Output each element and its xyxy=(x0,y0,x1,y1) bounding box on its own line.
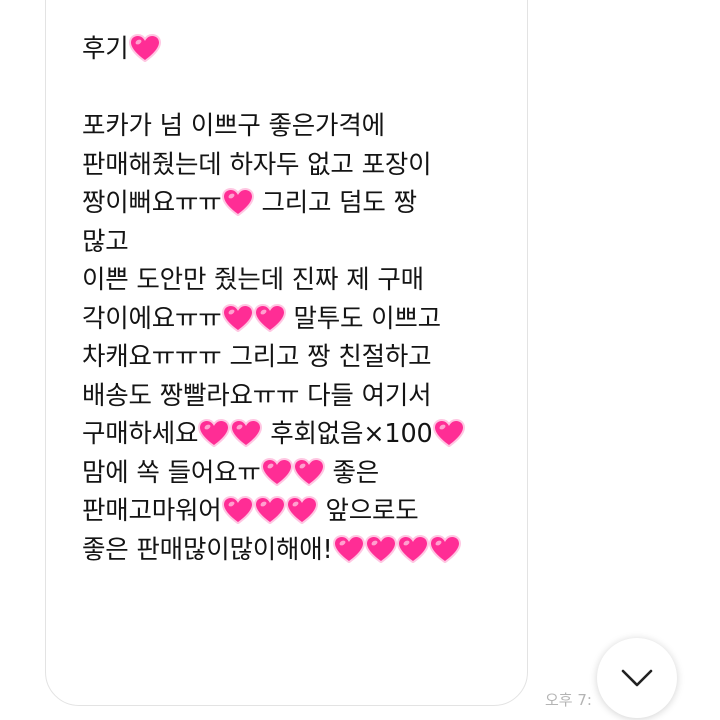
heart-icon xyxy=(128,34,161,62)
message-text-segment: 구매하세요 xyxy=(82,419,199,449)
message-line: 판매해줬는데 하자두 없고 포장이 xyxy=(82,146,512,185)
heart-icon xyxy=(260,457,293,486)
heart-icon xyxy=(221,188,254,216)
message-line: 후기 xyxy=(82,30,512,69)
heart-icon xyxy=(396,534,429,563)
heart-icon xyxy=(198,419,231,447)
message-text-segment: 배송도 짱빨라요ㅠㅠ 다들 여기서 xyxy=(82,380,432,411)
heart-icon xyxy=(292,457,325,486)
message-text-segment: 많고 xyxy=(82,226,129,257)
message-line: 좋은 판매많이많이해애! xyxy=(82,531,512,570)
heart-icon xyxy=(364,534,397,563)
message-line: 짱이뻐요ㅠㅠ 그리고 덤도 짱 xyxy=(82,184,512,223)
message-text: 후기포카가 넘 이쁘구 좋은가격에판매해줬는데 하자두 없고 포장이짱이뻐요ㅠㅠ… xyxy=(82,30,512,569)
heart-icon xyxy=(253,303,286,332)
message-text-segment: 이쁜 도안만 줬는데 진짜 제 구매 xyxy=(82,265,424,295)
message-line: 배송도 짱빨라요ㅠㅠ 다들 여기서 xyxy=(82,377,512,416)
heart-icon xyxy=(428,534,461,563)
message-text-segment: 각이에요ㅠㅠ xyxy=(82,303,222,334)
message-text-segment: 포카가 넘 이쁘구 좋은가격에 xyxy=(82,111,385,141)
message-text-segment: 짱이뻐요ㅠㅠ xyxy=(82,188,222,218)
message-text-segment: 좋은 xyxy=(324,457,380,488)
message-text-segment: 그리고 덤도 짱 xyxy=(253,188,417,218)
message-text-segment: 말투도 이쁘고 xyxy=(285,303,441,334)
message-line: 차캐요ㅠㅠㅠ 그리고 짱 친절하고 xyxy=(82,338,512,377)
message-line: 맘에 쏙 들어요ㅠ 좋은 xyxy=(82,454,512,493)
scroll-to-bottom-button[interactable] xyxy=(597,638,677,718)
heart-icon xyxy=(230,419,263,447)
heart-icon xyxy=(221,303,254,332)
message-text-segment: 맘에 쏙 들어요ㅠ xyxy=(82,457,261,488)
heart-icon xyxy=(253,496,286,524)
message-line: 판매고마워어 앞으로도 xyxy=(82,492,512,531)
message-text-segment: 앞으로도 xyxy=(317,496,419,526)
heart-icon xyxy=(285,496,318,524)
message-text-segment: 후기 xyxy=(82,34,129,64)
message-line: 이쁜 도안만 줬는데 진짜 제 구매 xyxy=(82,261,512,300)
message-line xyxy=(82,69,512,108)
message-text-segment: 후회없음×100 xyxy=(262,419,433,449)
message-line: 많고 xyxy=(82,223,512,262)
heart-icon xyxy=(221,496,254,524)
message-text-segment: 판매해줬는데 하자두 없고 포장이 xyxy=(82,149,432,180)
message-text-segment: 차캐요ㅠㅠㅠ 그리고 짱 친절하고 xyxy=(82,342,432,372)
heart-icon xyxy=(432,419,465,447)
message-text-segment: 판매고마워어 xyxy=(82,496,222,526)
message-line: 포카가 넘 이쁘구 좋은가격에 xyxy=(82,107,512,146)
message-line: 각이에요ㅠㅠ 말투도 이쁘고 xyxy=(82,300,512,339)
message-text-segment: 좋은 판매많이많이해애! xyxy=(82,534,333,565)
message-timestamp: 오후 7: xyxy=(545,691,592,709)
heart-icon xyxy=(332,534,365,563)
chevron-down-icon xyxy=(621,669,653,687)
message-line: 구매하세요 후회없음×100 xyxy=(82,415,512,454)
